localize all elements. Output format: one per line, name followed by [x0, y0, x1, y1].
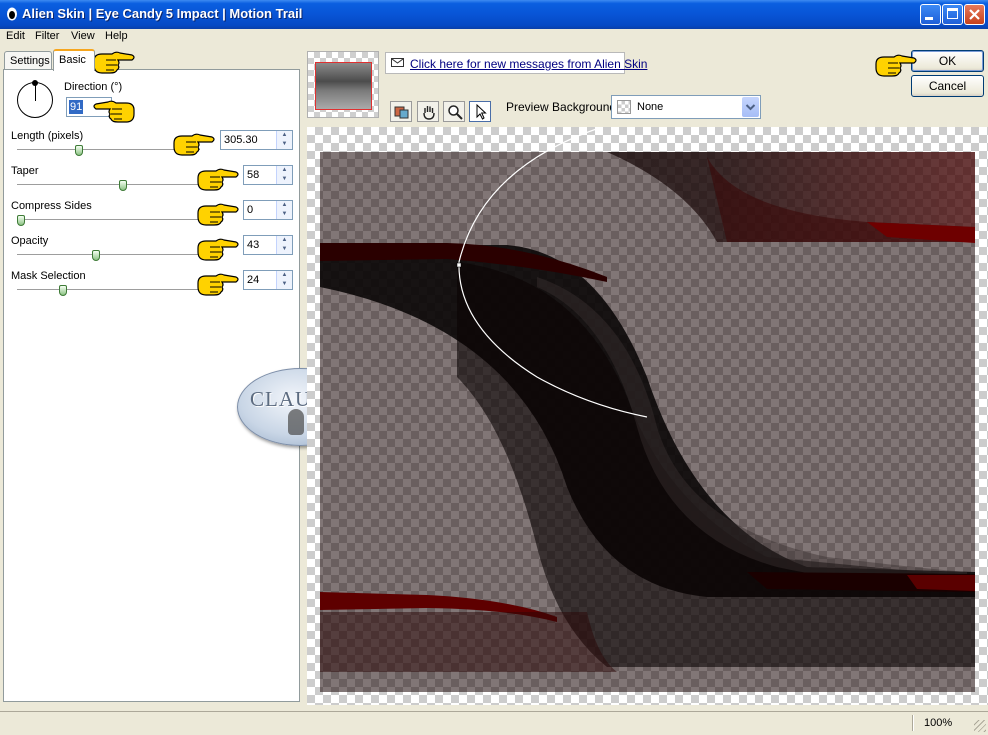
zoom-level: 100%	[924, 717, 953, 729]
compress-sides-slider-track[interactable]	[17, 219, 200, 223]
direction-value: 91	[69, 100, 84, 114]
chevron-down-icon[interactable]	[742, 97, 759, 117]
mask-selection-value: 24	[247, 274, 260, 286]
checker-swatch-icon	[617, 100, 631, 114]
window-title: Alien Skin | Eye Candy 5 Impact | Motion…	[22, 6, 303, 21]
preview-background-value: None	[637, 101, 664, 113]
mask-selection-slider-track[interactable]	[17, 289, 200, 293]
preview-toggle-icon[interactable]	[390, 101, 412, 122]
tab-basic[interactable]: Basic	[53, 49, 95, 71]
mask-up-icon[interactable]: ▲	[277, 271, 292, 280]
zoom-icon[interactable]	[443, 101, 465, 122]
direction-label: Direction (°)	[64, 81, 123, 93]
length-label: Length (pixels)	[11, 130, 84, 142]
pointing-hand-icon	[197, 238, 239, 261]
pointing-hand-icon	[93, 51, 135, 74]
preview-background-label: Preview Background:	[506, 100, 620, 114]
taper-slider-track[interactable]	[17, 184, 200, 188]
mask-selection-input[interactable]: 24 ▲ ▼	[243, 270, 293, 290]
opacity-label: Opacity	[11, 235, 49, 247]
length-down-icon[interactable]: ▼	[277, 140, 292, 149]
navigator-viewport-rect[interactable]	[315, 62, 372, 110]
minimize-icon[interactable]	[920, 4, 941, 25]
opacity-slider-track[interactable]	[17, 254, 200, 258]
taper-value: 58	[247, 169, 260, 181]
opacity-up-icon[interactable]: ▲	[277, 236, 292, 245]
maximize-icon[interactable]	[942, 4, 963, 25]
status-bar: 100%	[0, 711, 988, 735]
preview-background-select[interactable]: None	[611, 95, 761, 119]
menu-filter[interactable]: Filter	[35, 30, 59, 42]
taper-input[interactable]: 58 ▲ ▼	[243, 165, 293, 185]
close-icon[interactable]	[964, 4, 985, 25]
taper-down-icon[interactable]: ▼	[277, 175, 292, 184]
menu-edit[interactable]: Edit	[6, 30, 25, 42]
pointing-hand-icon	[93, 100, 135, 123]
compress-sides-slider-thumb[interactable]	[17, 215, 25, 226]
opacity-slider-thumb[interactable]	[92, 250, 101, 261]
compress-down-icon[interactable]: ▼	[277, 210, 292, 219]
messages-link[interactable]: Click here for new messages from Alien S…	[410, 57, 647, 71]
mask-down-icon[interactable]: ▼	[277, 280, 292, 289]
preview-canvas[interactable]	[307, 127, 988, 705]
menu-bar: Edit Filter View Help	[0, 29, 988, 47]
pointing-hand-icon	[875, 54, 917, 77]
pointing-hand-icon	[197, 273, 239, 296]
tab-settings[interactable]: Settings	[4, 51, 52, 70]
taper-label: Taper	[11, 165, 39, 177]
motion-trail-preview	[320, 127, 975, 692]
resize-grip-icon[interactable]	[974, 720, 986, 732]
ok-button[interactable]: OK	[911, 50, 984, 72]
hand-icon[interactable]	[417, 101, 439, 122]
pointing-hand-icon	[197, 203, 239, 226]
compress-sides-value: 0	[247, 204, 254, 216]
mask-selection-slider-thumb[interactable]	[59, 285, 67, 296]
length-up-icon[interactable]: ▲	[277, 131, 292, 140]
length-value: 305.30	[224, 134, 258, 146]
compress-sides-label: Compress Sides	[11, 200, 92, 212]
menu-help[interactable]: Help	[105, 30, 128, 42]
pointing-hand-icon	[197, 168, 239, 191]
mask-selection-label: Mask Selection	[11, 270, 86, 282]
length-input[interactable]: 305.30 ▲ ▼	[220, 130, 293, 150]
taper-up-icon[interactable]: ▲	[277, 166, 292, 175]
title-bar: Alien Skin | Eye Candy 5 Impact | Motion…	[0, 0, 988, 29]
compress-sides-input[interactable]: 0 ▲ ▼	[243, 200, 293, 220]
cancel-button[interactable]: Cancel	[911, 75, 984, 97]
envelope-icon	[391, 58, 404, 67]
opacity-value: 43	[247, 239, 260, 251]
menu-view[interactable]: View	[71, 30, 95, 42]
opacity-input[interactable]: 43 ▲ ▼	[243, 235, 293, 255]
direction-dial[interactable]	[17, 80, 53, 118]
pointer-icon[interactable]	[469, 101, 491, 122]
length-slider-thumb[interactable]	[74, 145, 83, 156]
taper-slider-thumb[interactable]	[118, 180, 127, 191]
opacity-down-icon[interactable]: ▼	[277, 245, 292, 254]
navigator-thumbnail[interactable]	[307, 51, 379, 118]
compress-up-icon[interactable]: ▲	[277, 201, 292, 210]
pointing-hand-icon	[173, 133, 215, 156]
messages-box[interactable]: Click here for new messages from Alien S…	[385, 52, 647, 74]
alien-skin-app-icon	[7, 7, 17, 21]
